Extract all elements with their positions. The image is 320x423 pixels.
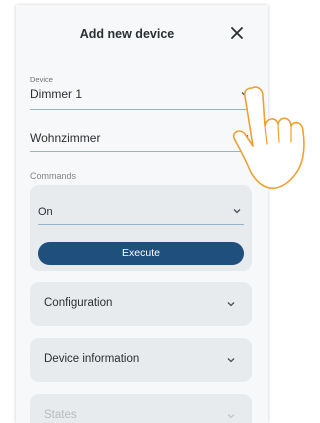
execute-button[interactable]: Execute [38, 242, 244, 265]
chevron-down-icon [233, 209, 241, 214]
commands-panel: On Execute [30, 185, 252, 271]
close-icon[interactable] [228, 24, 246, 42]
add-device-dialog: Add new device Device Dimmer 1 Wohnzimme… [16, 5, 268, 423]
chevron-down-icon [227, 302, 235, 307]
chevron-down-icon [227, 358, 235, 363]
configuration-section[interactable]: Configuration [30, 282, 252, 326]
commands-label: Commands [30, 171, 77, 181]
configuration-label: Configuration [44, 297, 113, 309]
device-field-caption: Device [30, 75, 53, 84]
device-select-underline [30, 109, 252, 110]
room-select-underline [30, 151, 252, 152]
states-label: States [44, 409, 77, 421]
pointing-hand-icon [232, 86, 305, 190]
dialog-title: Add new device [79, 27, 175, 41]
device-select-value: Dimmer 1 [30, 87, 83, 101]
device-select[interactable]: Dimmer 1 [30, 87, 252, 115]
room-select-value: Wohnzimmer [30, 131, 101, 145]
room-select[interactable]: Wohnzimmer [30, 131, 252, 159]
device-information-label: Device information [44, 353, 140, 365]
states-section[interactable]: States [30, 394, 252, 423]
device-information-section[interactable]: Device information [30, 338, 252, 382]
chevron-down-icon [227, 414, 235, 419]
command-select-underline [38, 224, 244, 225]
command-select-value: On [38, 206, 53, 218]
